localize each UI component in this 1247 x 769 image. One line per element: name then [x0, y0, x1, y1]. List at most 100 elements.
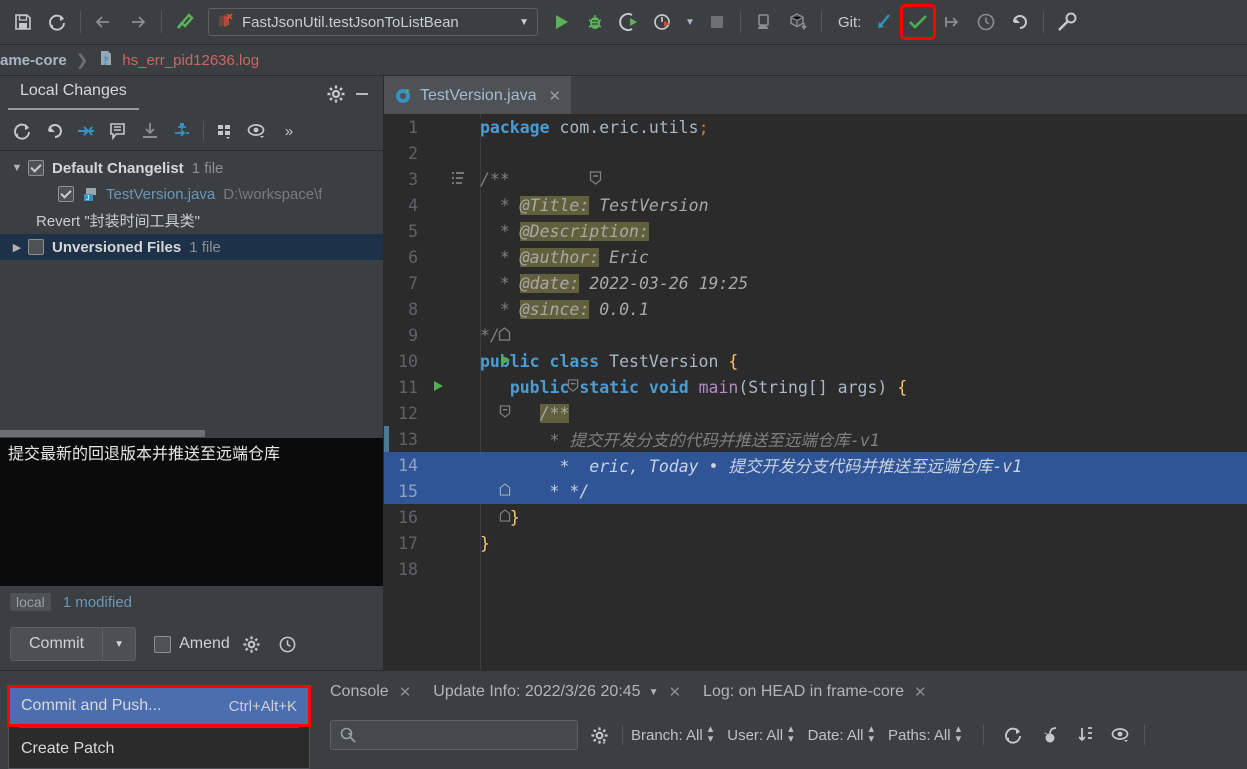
code-text: package com.eric.utils;	[470, 117, 1247, 137]
filter-date[interactable]: Date: All ▴ ▾	[808, 724, 875, 745]
line-number: 13	[398, 429, 418, 449]
overflow-icon[interactable]: »	[273, 116, 305, 146]
code-line: 7 * @date: 2022-03-26 19:25	[384, 270, 1247, 296]
filter-user[interactable]: User: All ▴ ▾	[727, 724, 794, 745]
code-text: * @date: 2022-03-26 19:25	[480, 273, 749, 293]
gutter-icon-area[interactable]	[424, 495, 511, 539]
tab-update-info[interactable]: Update Info: 2022/3/26 20:45 ▼ ✕	[433, 683, 681, 701]
filter-divider-3	[1144, 725, 1146, 745]
edit-comment-icon[interactable]	[102, 116, 134, 146]
commit-history-clock-icon[interactable]	[274, 631, 302, 657]
updown-icon[interactable]: ▴ ▾	[869, 724, 875, 745]
search-everywhere-icon[interactable]	[1052, 7, 1082, 37]
chevron-down-icon[interactable]: ▼	[519, 17, 529, 28]
updown-icon[interactable]: ▴ ▾	[708, 724, 714, 745]
forward-arrow-icon[interactable]	[123, 7, 153, 37]
settings-gear-icon[interactable]	[323, 81, 349, 107]
chevron-right-icon[interactable]: ▶	[6, 241, 28, 254]
updown-icon[interactable]: ▴ ▾	[956, 724, 962, 745]
javadoc-tag: @Description:	[519, 221, 649, 241]
chevron-down-icon[interactable]: ▼	[6, 162, 28, 174]
file-checkbox[interactable]	[58, 186, 74, 202]
back-arrow-icon[interactable]	[89, 7, 119, 37]
code-line: 8 * @since: 0.0.1	[384, 296, 1247, 322]
changed-file-row[interactable]: J TestVersion.java D:\workspace\f	[0, 181, 383, 207]
menu-item-create-patch[interactable]: Create Patch	[9, 730, 309, 768]
save-all-icon[interactable]	[8, 7, 38, 37]
commit-message-input[interactable]: 提交最新的回退版本并推送至远端仓库	[0, 438, 383, 586]
commit-button[interactable]: Commit ▼	[10, 627, 137, 661]
cherry-pick-icon[interactable]	[1034, 721, 1064, 749]
rollback-icon[interactable]	[1005, 7, 1035, 37]
show-diff-icon[interactable]	[70, 116, 102, 146]
keyword-static: static	[579, 377, 639, 397]
minimize-icon[interactable]	[349, 81, 375, 107]
amend-checkbox[interactable]	[154, 635, 172, 653]
merge-icon[interactable]	[166, 116, 198, 146]
comment-close: * */	[549, 481, 590, 501]
code-text: }	[480, 533, 490, 553]
sdk-manager-icon[interactable]	[783, 7, 813, 37]
unversioned-checkbox[interactable]	[28, 239, 44, 255]
run-with-coverage-icon[interactable]	[614, 7, 644, 37]
changelist-row[interactable]: ▼ Default Changelist 1 file	[0, 155, 383, 181]
run-icon[interactable]	[546, 7, 576, 37]
amend-checkbox-group[interactable]: Amend	[154, 635, 230, 653]
close-icon[interactable]: ✕	[549, 87, 562, 105]
scrollbar-thumb[interactable]	[0, 430, 205, 437]
push-icon[interactable]	[937, 7, 967, 37]
preview-eye-icon[interactable]	[241, 116, 273, 146]
rollback-icon[interactable]	[38, 116, 70, 146]
filter-branch-label: Branch: All	[631, 726, 703, 744]
refresh-icon[interactable]	[998, 721, 1028, 749]
code-text: * */	[470, 482, 1247, 501]
close-icon[interactable]: ✕	[914, 683, 927, 701]
log-file-icon	[97, 49, 115, 71]
fold-collapse-icon[interactable]	[473, 157, 602, 202]
changed-file-path: D:\workspace\f	[223, 185, 323, 203]
chevron-down-icon[interactable]: ▼	[649, 687, 659, 698]
commit-dropdown-arrow[interactable]: ▼	[102, 628, 135, 660]
commit-icon[interactable]	[900, 4, 937, 40]
debug-icon[interactable]	[580, 7, 610, 37]
shelve-icon[interactable]	[134, 116, 166, 146]
build-hammer-icon[interactable]	[170, 7, 200, 37]
show-details-eye-icon[interactable]	[1106, 721, 1136, 749]
changelist-checkbox[interactable]	[28, 160, 44, 176]
code-text: * eric, Today • 提交开发分支代码并推送至远端仓库-v1	[470, 453, 1247, 477]
local-changes-header: Local Changes	[0, 76, 383, 112]
changes-tree: ▼ Default Changelist 1 file J TestVersio…	[0, 151, 383, 260]
avd-manager-icon[interactable]	[749, 7, 779, 37]
gutter-icon-area[interactable]	[424, 151, 601, 208]
updown-icon[interactable]: ▴ ▾	[788, 724, 794, 745]
profiler-icon[interactable]	[648, 7, 678, 37]
breadcrumb-file[interactable]: hs_err_pid12636.log	[122, 52, 259, 69]
fold-end-icon[interactable]	[384, 495, 511, 539]
package-name: com.eric.utils	[549, 117, 699, 137]
filter-paths[interactable]: Paths: All ▴ ▾	[888, 724, 962, 745]
amend-label: Amend	[179, 635, 230, 652]
editor-tab-testversion[interactable]: TestVersion.java ✕	[384, 76, 572, 114]
sort-icon[interactable]	[1070, 721, 1100, 749]
commit-settings-gear-icon[interactable]	[238, 631, 266, 657]
unversioned-files-row[interactable]: ▶ Unversioned Files 1 file	[0, 234, 383, 260]
history-clock-icon[interactable]	[971, 7, 1001, 37]
settings-gear-icon[interactable]	[584, 721, 614, 749]
run-configuration-selector[interactable]: FastJsonUtil.testJsonToListBean ▼	[208, 8, 538, 36]
close-icon[interactable]: ✕	[668, 683, 681, 701]
profiler-dropdown-icon[interactable]: ▼	[682, 7, 698, 37]
horizontal-scrollbar[interactable]	[0, 429, 383, 438]
tab-local-changes[interactable]: Local Changes	[8, 79, 139, 110]
code-editor[interactable]: 1 package com.eric.utils; 2 3 /** 4 * @T…	[384, 114, 1247, 670]
search-input[interactable]	[330, 720, 578, 750]
update-project-icon[interactable]	[869, 7, 899, 37]
filter-branch[interactable]: Branch: All ▴ ▾	[631, 724, 714, 745]
menu-item-commit-and-push[interactable]: Commit and Push... Ctrl+Alt+K	[7, 685, 311, 727]
close-icon[interactable]: ✕	[399, 683, 412, 701]
refresh-icon[interactable]	[6, 116, 38, 146]
breadcrumb-project[interactable]: ame-core	[0, 52, 67, 69]
sync-refresh-icon[interactable]	[42, 7, 72, 37]
tab-console[interactable]: Console ✕	[330, 683, 411, 701]
group-by-icon[interactable]	[209, 116, 241, 146]
tab-git-log[interactable]: Log: on HEAD in frame-core ✕	[703, 683, 927, 701]
